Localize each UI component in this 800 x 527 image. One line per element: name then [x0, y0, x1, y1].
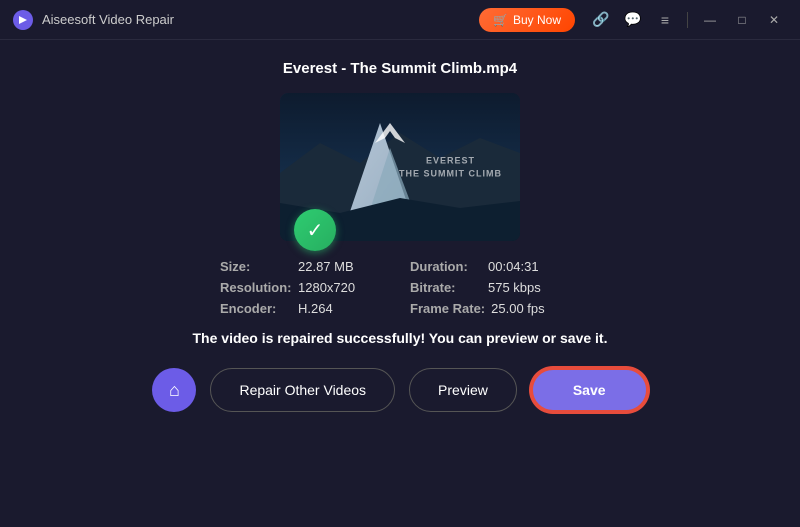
repair-other-label: Repair Other Videos: [239, 382, 366, 398]
chat-icon-button[interactable]: 💬: [619, 6, 647, 34]
preview-label: Preview: [438, 382, 488, 398]
meta-value: 00:04:31: [488, 259, 539, 274]
save-button[interactable]: Save: [531, 368, 648, 412]
meta-value: H.264: [298, 301, 333, 316]
meta-label: Size:: [220, 259, 292, 274]
meta-row: Resolution: 1280x720: [220, 280, 390, 295]
buy-now-label: Buy Now: [513, 13, 561, 27]
save-label: Save: [573, 382, 606, 398]
home-icon: ⌂: [169, 380, 180, 401]
meta-value: 25.00 fps: [491, 301, 545, 316]
meta-label: Encoder:: [220, 301, 292, 316]
main-content: Everest - The Summit Climb.mp4: [0, 40, 800, 527]
meta-row: Duration: 00:04:31: [410, 259, 580, 274]
repair-other-videos-button[interactable]: Repair Other Videos: [210, 368, 395, 412]
success-message: The video is repaired successfully! You …: [193, 330, 608, 346]
meta-row: Bitrate: 575 kbps: [410, 280, 580, 295]
meta-value: 22.87 MB: [298, 259, 354, 274]
meta-row: Frame Rate: 25.00 fps: [410, 301, 580, 316]
close-button[interactable]: ✕: [760, 6, 788, 34]
meta-row: Size: 22.87 MB: [220, 259, 390, 274]
meta-label: Bitrate:: [410, 280, 482, 295]
app-logo-icon: [12, 9, 34, 31]
action-bar: ⌂ Repair Other Videos Preview Save: [152, 368, 647, 412]
preview-button[interactable]: Preview: [409, 368, 517, 412]
thumbnail-text: EVERESTTHE SUMMIT CLIMB: [399, 154, 502, 179]
meta-row: Encoder: H.264: [220, 301, 390, 316]
video-metadata: Size: 22.87 MB Duration: 00:04:31 Resolution…: [220, 259, 580, 316]
buy-now-button[interactable]: 🛒 Buy Now: [479, 8, 575, 32]
video-thumbnail-wrapper: EVERESTTHE SUMMIT CLIMB ✓: [280, 93, 520, 241]
cart-icon: 🛒: [493, 13, 508, 27]
success-badge: ✓: [294, 209, 336, 251]
separator: [687, 12, 688, 28]
titlebar: Aiseesoft Video Repair 🛒 Buy Now 🔗 💬 ≡ —…: [0, 0, 800, 40]
link-icon-button[interactable]: 🔗: [587, 6, 615, 34]
titlebar-right: 🛒 Buy Now 🔗 💬 ≡ — □ ✕: [479, 6, 788, 34]
titlebar-left: Aiseesoft Video Repair: [12, 9, 174, 31]
meta-label: Resolution:: [220, 280, 292, 295]
home-button[interactable]: ⌂: [152, 368, 196, 412]
app-title: Aiseesoft Video Repair: [42, 12, 174, 27]
meta-label: Duration:: [410, 259, 482, 274]
meta-value: 575 kbps: [488, 280, 541, 295]
minimize-button[interactable]: —: [696, 6, 724, 34]
checkmark-icon: ✓: [307, 218, 324, 243]
menu-icon-button[interactable]: ≡: [651, 6, 679, 34]
meta-label: Frame Rate:: [410, 301, 485, 316]
video-title: Everest - The Summit Climb.mp4: [283, 60, 517, 77]
meta-value: 1280x720: [298, 280, 355, 295]
maximize-button[interactable]: □: [728, 6, 756, 34]
